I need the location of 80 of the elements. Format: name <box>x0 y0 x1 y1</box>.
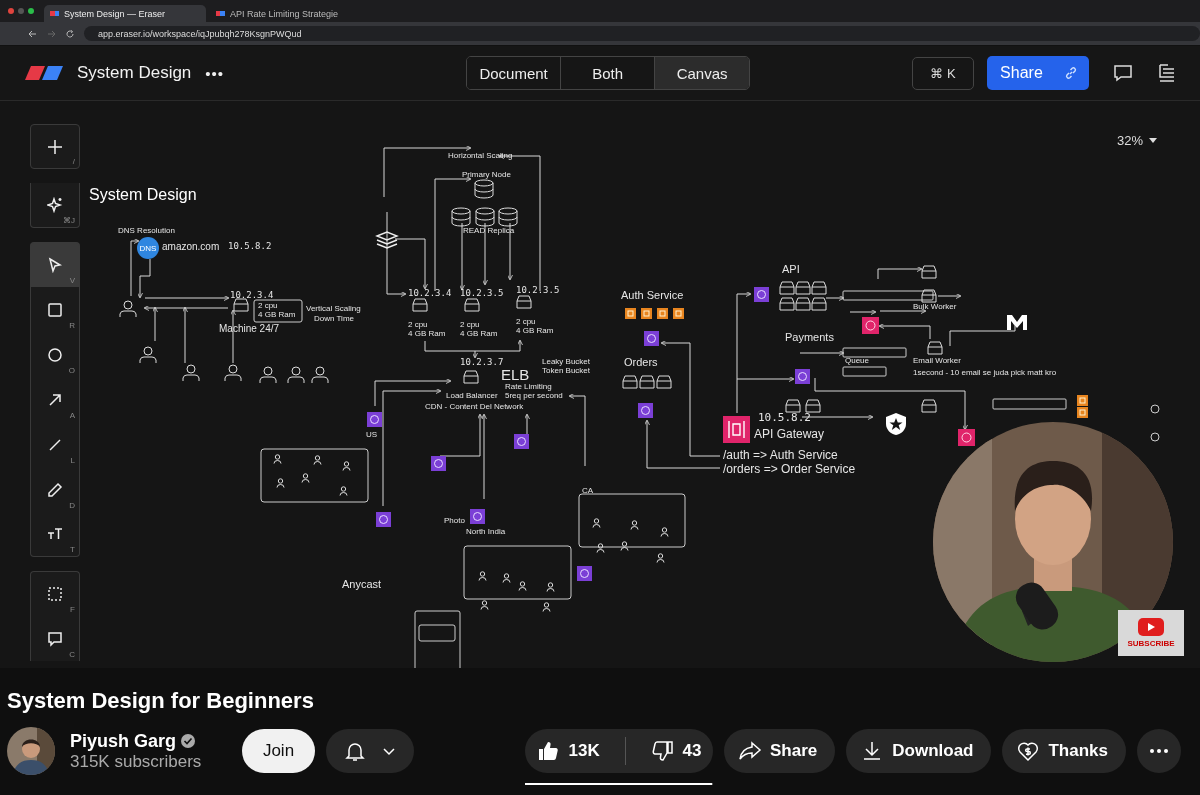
diagram-label: Anycast <box>342 579 382 590</box>
view-tab[interactable]: Document <box>467 57 562 89</box>
diagram-label: 4 GB Ram <box>408 330 446 338</box>
diagram-label: Photo <box>444 517 465 525</box>
diagram-label: Bulk Worker <box>913 303 957 311</box>
address-bar[interactable]: app.eraser.io/workspace/iqJpubqh278KsgnPWQud <box>84 26 1200 41</box>
diagram-label: 10.2.3.5 <box>516 286 560 295</box>
diagram-label: 10.2.3.5 <box>460 289 504 298</box>
subscriber-count: 315K subscribers <box>70 751 202 771</box>
diagram-label: 4 GB Ram <box>258 311 296 319</box>
diagram-label: 2 cpu <box>460 321 480 329</box>
diagram-label: Load Balancer <box>446 392 498 400</box>
diagram-label: Orders <box>624 357 658 368</box>
diagram-label: 10.5.8.2 <box>758 412 811 423</box>
diagram-label: API <box>782 264 800 275</box>
tool-button[interactable]: R <box>30 287 80 332</box>
diagram-label: Email Worker <box>913 357 961 365</box>
diagram-label: ELB <box>501 367 530 382</box>
like-button[interactable]: 13K <box>530 738 606 764</box>
diagram-label: 2 cpu <box>516 318 536 326</box>
zoom-dropdown[interactable]: 32% <box>1117 133 1158 148</box>
channel-name[interactable]: Piyush Garg <box>70 730 177 752</box>
video-title: System Design for Beginners <box>7 688 315 715</box>
diagram-label: 10.5.8.2 <box>228 242 272 251</box>
diagram-label: 1second - 10 email se juda pick matt kro <box>913 369 1057 377</box>
diagram-label: 10.2.3.7 <box>460 358 504 367</box>
tool-button[interactable]: ⌘J <box>30 183 80 228</box>
share-button[interactable]: Share <box>987 56 1090 90</box>
diagram-label: 4 GB Ram <box>516 327 554 335</box>
browser-tab[interactable]: System Design — Eraser <box>44 5 206 22</box>
diagram-label: Payments <box>785 332 834 343</box>
view-tab[interactable]: Canvas <box>655 57 750 89</box>
dns-icon: DNS <box>137 237 159 259</box>
diagram-label: API Gateway <box>754 428 825 440</box>
thanks-button[interactable]: Thanks <box>1002 729 1126 773</box>
diagram-label: CDN - Content Del Network <box>425 403 524 411</box>
diagram-label: US <box>366 431 378 439</box>
browser-tab[interactable]: API Rate Limiting Strategie <box>210 5 372 22</box>
tool-button[interactable]: / <box>30 124 80 169</box>
tab-title: API Rate Limiting Strategie <box>230 8 339 19</box>
diagram-label: 10.2.3.4 <box>408 289 452 298</box>
diagram-label: North India <box>466 528 506 536</box>
tab-title: System Design — Eraser <box>64 8 166 19</box>
diagram-label: Vertical Scaling <box>306 305 361 313</box>
subscribe-badge[interactable]: SUBSCRIBE <box>1118 610 1184 656</box>
tool-button[interactable]: L <box>30 422 80 467</box>
diagram-label: /auth => Auth Service <box>723 449 838 461</box>
dislike-button[interactable]: 43 <box>644 738 708 764</box>
diagram-label: CA <box>582 487 594 495</box>
diagram-label: Token Bucket <box>542 367 591 375</box>
diagram-label: Leaky Bucket <box>542 358 591 366</box>
share-video-button[interactable]: Share <box>724 729 836 773</box>
diagram-label: DNS Resolution <box>118 227 175 235</box>
tool-button[interactable]: O <box>30 332 80 377</box>
more-menu-button[interactable]: ••• <box>205 64 225 82</box>
diagram-label: 10.2.3.4 <box>230 291 274 300</box>
tool-button[interactable]: C <box>30 616 80 661</box>
diagram-label: Auth Service <box>621 290 684 301</box>
diagram-label: Down Time <box>314 315 354 323</box>
diagram-label: amazon.com <box>162 242 220 252</box>
tool-button[interactable]: T <box>30 512 80 557</box>
download-button[interactable]: Download <box>846 729 992 773</box>
command-button[interactable]: ⌘ K <box>912 56 975 90</box>
diagram-label: READ Replica <box>463 227 515 235</box>
diagram-label: 2 cpu <box>408 321 428 329</box>
tool-button[interactable]: F <box>30 571 80 616</box>
diagram-label: Queue <box>845 357 870 365</box>
diagram-label: 4 GB Ram <box>460 330 498 338</box>
diagram-label: Rate Limiting <box>505 383 552 391</box>
diagram-label: Primary Node <box>462 171 511 179</box>
document-title: System Design <box>77 63 192 83</box>
diagram-label: 5req per second <box>505 392 563 400</box>
diagram-label: Machine 24/7 <box>219 324 280 334</box>
diagram-label: /orders => Order Service <box>723 463 856 475</box>
diagram-label: 2 cpu <box>258 302 278 310</box>
diagram-label: System Design <box>89 187 197 203</box>
tool-button[interactable]: D <box>30 467 80 512</box>
diagram-label: Horizontal Scaling <box>448 152 513 160</box>
join-button[interactable]: Join <box>242 729 315 773</box>
tool-button[interactable]: A <box>30 377 80 422</box>
